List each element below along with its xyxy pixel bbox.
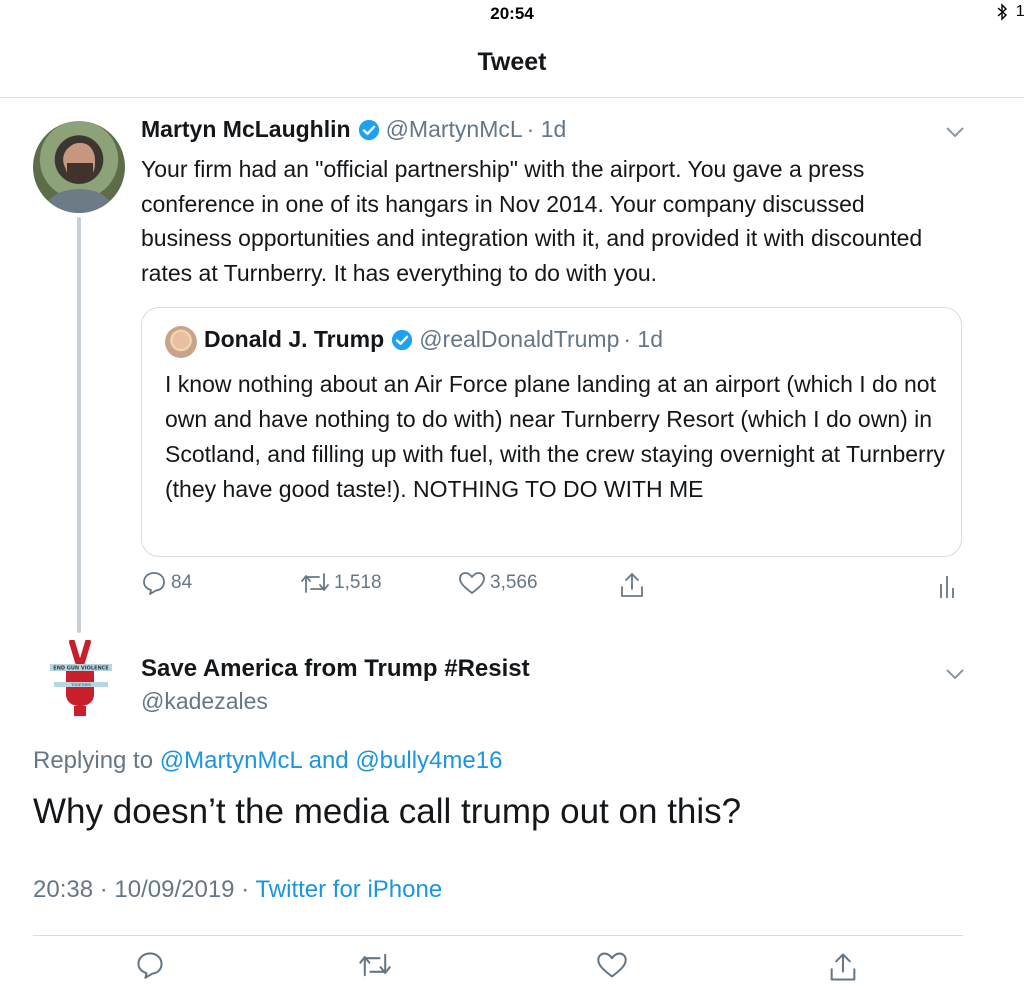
reply-tweet-text: Why doesn’t the media call trump out on …	[33, 792, 742, 831]
replying-and: and	[308, 747, 349, 774]
retweet-action[interactable]: 1,518	[300, 570, 382, 596]
quoted-tweet-header: Donald J. Trump @realDonaldTrump · 1d	[204, 326, 663, 353]
like-action[interactable]: 3,566	[458, 570, 538, 596]
analytics-action[interactable]	[937, 570, 959, 600]
tweet-detail-actions	[0, 950, 1024, 990]
avatar-badge-text-top: END GUN VIOLENCE	[53, 666, 109, 672]
parent-tweet-text: Your firm had an "official partnership" …	[141, 156, 923, 286]
avatar-kadezales[interactable]: END GUN VIOLENCE TOGETHER	[48, 640, 114, 730]
like-count: 3,566	[490, 572, 538, 593]
tweet-time: 20:38	[33, 876, 94, 903]
like-button[interactable]	[596, 950, 628, 980]
tweet-meta: 20:38 · 10/09/2019 · Twitter for iPhone	[33, 876, 442, 904]
status-bar: 20:54 1(	[0, 0, 1024, 28]
replying-to-label: Replying to	[33, 747, 154, 774]
page-title: Tweet	[477, 48, 547, 76]
analytics-icon	[940, 576, 954, 598]
verified-badge-icon	[392, 329, 413, 350]
avatar-beard	[67, 163, 93, 183]
mention-link-bully4me16[interactable]: @bully4me16	[355, 747, 502, 774]
reply-count: 84	[171, 572, 193, 593]
reply-author-name[interactable]: Save America from Trump #Resist	[141, 655, 530, 683]
quoted-tweet-card[interactable]: Donald J. Trump @realDonaldTrump · 1d I …	[141, 307, 962, 557]
quoted-author-handle: @realDonaldTrump	[419, 326, 620, 352]
share-button[interactable]	[828, 950, 858, 984]
reply-icon	[137, 952, 163, 979]
retweet-icon	[359, 953, 391, 977]
thread-line	[77, 217, 81, 633]
divider	[33, 935, 963, 936]
reply-icon	[143, 572, 165, 595]
tweet-source-link[interactable]: Twitter for iPhone	[255, 876, 442, 903]
parent-tweet-actions: 84 1,518 3,566	[141, 570, 961, 606]
author-handle[interactable]: @MartynMcL	[386, 116, 523, 143]
quoted-time-ago: · 1d	[623, 326, 664, 352]
verified-badge-icon	[358, 119, 379, 140]
quoted-author-name: Donald J. Trump	[204, 326, 385, 352]
reply-action[interactable]: 84	[141, 570, 192, 596]
author-name[interactable]: Martyn McLaughlin	[141, 116, 351, 143]
status-indicators: 1(	[996, 3, 1024, 21]
meta-separator: ·	[241, 876, 250, 903]
share-icon	[830, 953, 856, 981]
replying-to-line: Replying to @MartynMcL and @bully4me16	[33, 747, 502, 775]
avatar-shirt	[47, 189, 111, 213]
status-time: 20:54	[490, 4, 534, 23]
heart-icon	[459, 572, 485, 594]
avatar-badge-text-bottom: TOGETHER	[70, 683, 91, 687]
tweet-time-ago: · 1d	[526, 116, 567, 142]
avatar-martyn[interactable]	[33, 121, 125, 213]
reply-button[interactable]	[135, 950, 165, 980]
mention-link-martynmcl[interactable]: @MartynMcL	[160, 747, 302, 774]
chevron-down-icon[interactable]	[945, 126, 965, 138]
quoted-avatar	[165, 326, 197, 358]
reply-author-handle[interactable]: @kadezales	[141, 688, 268, 715]
battery-percentage: 1(	[1015, 3, 1024, 20]
quoted-tweet-text: I know nothing about an Air Force plane …	[165, 371, 945, 502]
retweet-count: 1,518	[334, 572, 382, 593]
retweet-icon	[301, 573, 329, 593]
parent-tweet-header: Martyn McLaughlin @MartynMcL · 1d	[141, 116, 566, 143]
meta-separator: ·	[99, 876, 108, 903]
chevron-down-icon[interactable]	[945, 668, 965, 680]
tweet-date: 10/09/2019	[114, 876, 235, 903]
bluetooth-icon	[997, 3, 1007, 21]
retweet-button[interactable]	[358, 950, 392, 980]
heart-icon	[597, 952, 627, 978]
share-action[interactable]	[619, 570, 645, 600]
share-icon	[621, 573, 643, 597]
nav-header: Tweet	[0, 28, 1024, 98]
